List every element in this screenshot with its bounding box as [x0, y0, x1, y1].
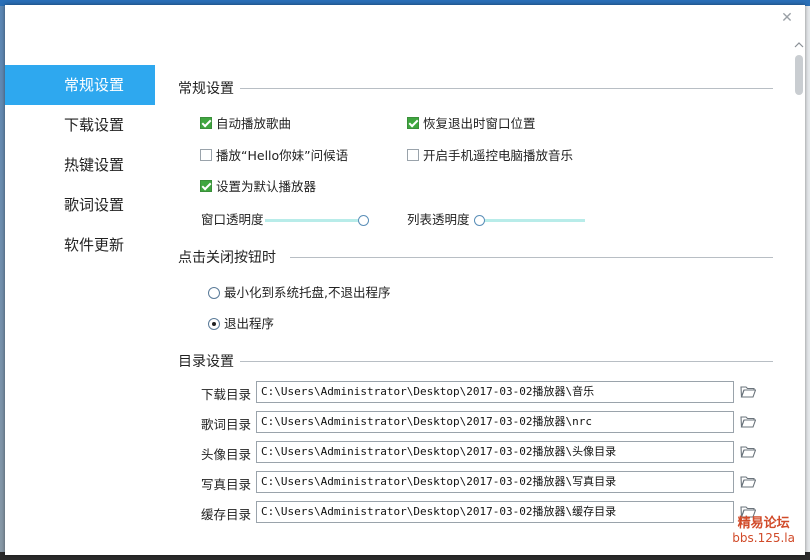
window-opacity-label: 窗口透明度	[201, 212, 264, 227]
checkbox-box	[200, 117, 212, 129]
checkbox-box	[407, 149, 419, 161]
checkbox-label: 播放“Hello你妹”问候语	[216, 148, 349, 163]
folder-open-icon[interactable]	[740, 475, 756, 488]
radio-circle	[208, 318, 220, 330]
photo-dir-label: 写真目录	[201, 477, 252, 492]
section-divider	[240, 88, 773, 89]
avatar-dir-label: 头像目录	[201, 447, 252, 462]
folder-open-icon[interactable]	[740, 415, 756, 428]
radio-label: 退出程序	[224, 316, 275, 331]
sidebar-item-lyrics[interactable]: 歌词设置	[5, 185, 155, 225]
window-opacity-slider[interactable]	[265, 211, 369, 229]
checkbox-box	[200, 180, 212, 192]
sidebar-item-download[interactable]: 下载设置	[5, 105, 155, 145]
cache-dir-row: 缓存目录 C:\Users\Administrator\Desktop\2017…	[178, 501, 773, 525]
default-player-checkbox[interactable]: 设置为默认播放器	[200, 178, 316, 196]
section-title-directories: 目录设置	[178, 354, 234, 370]
sidebar-item-update[interactable]: 软件更新	[5, 225, 155, 265]
slider-thumb[interactable]	[358, 215, 369, 226]
exit-program-radio[interactable]: 退出程序	[208, 315, 274, 333]
radio-circle	[208, 287, 220, 299]
play-greeting-checkbox[interactable]: 播放“Hello你妹”问候语	[200, 147, 348, 165]
section-title-close-behavior: 点击关闭按钮时	[178, 250, 276, 266]
auto-play-checkbox[interactable]: 自动播放歌曲	[200, 115, 291, 133]
list-opacity-slider[interactable]	[474, 211, 585, 229]
close-icon: ✕	[781, 10, 793, 26]
section-title-general: 常规设置	[178, 81, 234, 97]
avatar-dir-field[interactable]: C:\Users\Administrator\Desktop\2017-03-0…	[256, 441, 734, 463]
checkbox-label: 设置为默认播放器	[216, 179, 317, 194]
restore-position-checkbox[interactable]: 恢复退出时窗口位置	[407, 115, 536, 133]
settings-sidebar: 常规设置 下载设置 热键设置 歌词设置 软件更新	[5, 65, 155, 265]
list-opacity-label: 列表透明度	[407, 212, 470, 227]
lyrics-dir-field[interactable]: C:\Users\Administrator\Desktop\2017-03-0…	[256, 411, 734, 433]
checkbox-label: 开启手机遥控电脑播放音乐	[423, 148, 574, 163]
checkbox-label: 自动播放歌曲	[216, 116, 292, 131]
download-dir-field[interactable]: C:\Users\Administrator\Desktop\2017-03-0…	[256, 381, 734, 403]
checkbox-box	[407, 117, 419, 129]
close-button[interactable]: ✕	[779, 10, 795, 26]
radio-label: 最小化到系统托盘,不退出程序	[224, 285, 391, 300]
folder-open-icon[interactable]	[740, 385, 756, 398]
cache-dir-field[interactable]: C:\Users\Administrator\Desktop\2017-03-0…	[256, 501, 734, 523]
section-divider	[290, 257, 773, 258]
scrollbar-thumb[interactable]	[795, 55, 803, 95]
phone-remote-checkbox[interactable]: 开启手机遥控电脑播放音乐	[407, 147, 573, 165]
download-dir-row: 下载目录 C:\Users\Administrator\Desktop\2017…	[178, 381, 773, 405]
sidebar-item-hotkeys[interactable]: 热键设置	[5, 145, 155, 185]
cache-dir-label: 缓存目录	[201, 507, 252, 522]
avatar-dir-row: 头像目录 C:\Users\Administrator\Desktop\2017…	[178, 441, 773, 465]
sidebar-item-general[interactable]: 常规设置	[5, 65, 155, 105]
lyrics-dir-label: 歌词目录	[201, 417, 252, 432]
photo-dir-row: 写真目录 C:\Users\Administrator\Desktop\2017…	[178, 471, 773, 495]
chevron-up-icon[interactable]	[794, 40, 804, 50]
lyrics-dir-row: 歌词目录 C:\Users\Administrator\Desktop\2017…	[178, 411, 773, 435]
slider-track	[474, 219, 585, 222]
minimize-to-tray-radio[interactable]: 最小化到系统托盘,不退出程序	[208, 284, 390, 302]
settings-dialog: ✕ 常规设置 下载设置 热键设置 歌词设置 软件更新 常规设置 自动播放歌曲 恢…	[5, 5, 805, 555]
folder-open-icon[interactable]	[740, 445, 756, 458]
forum-watermark: 精易论坛 bbs.125.la	[732, 516, 795, 546]
slider-thumb[interactable]	[474, 215, 485, 226]
settings-content: 常规设置 自动播放歌曲 恢复退出时窗口位置 播放“Hello你妹”问候语 开启手…	[178, 5, 773, 555]
photo-dir-field[interactable]: C:\Users\Administrator\Desktop\2017-03-0…	[256, 471, 734, 493]
slider-track	[265, 219, 369, 222]
checkbox-box	[200, 149, 212, 161]
checkbox-label: 恢复退出时窗口位置	[423, 116, 536, 131]
watermark-title: 精易论坛	[737, 516, 790, 531]
download-dir-label: 下载目录	[201, 387, 252, 402]
watermark-url: bbs.125.la	[732, 531, 795, 545]
section-divider	[240, 361, 773, 362]
vertical-scrollbar[interactable]	[793, 40, 805, 520]
